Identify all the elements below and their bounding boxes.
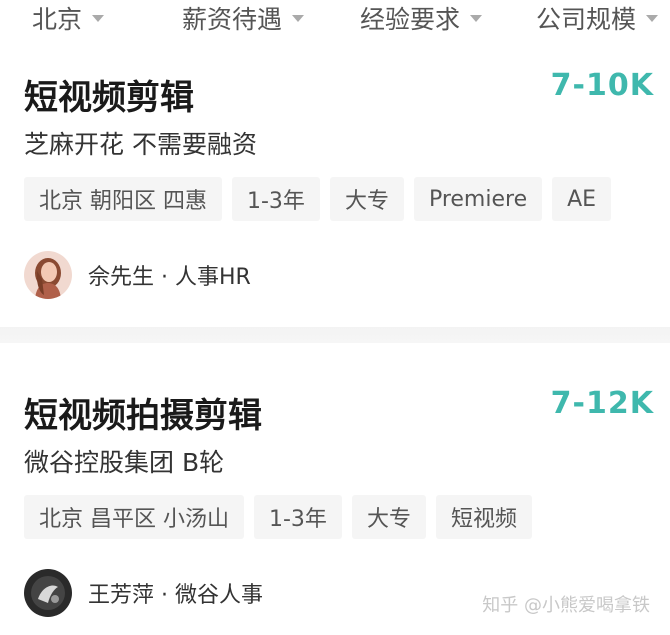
job-salary: 7-12K <box>550 386 654 421</box>
filter-experience-label: 经验要求 <box>360 5 461 34</box>
recruiter-name: 佘先生 · 人事HR <box>88 265 251 290</box>
recruiter-avatar-icon <box>24 569 72 617</box>
card-divider <box>0 327 670 343</box>
tag-skill: AE <box>552 177 612 221</box>
tag-skill: Premiere <box>413 177 543 221</box>
tag-education: 大专 <box>329 177 404 221</box>
tag-location: 北京 朝阳区 四惠 <box>24 177 222 221</box>
job-salary: 7-10K <box>550 68 654 103</box>
caret-down-icon <box>92 14 105 22</box>
tag-skill: 短视频 <box>435 495 532 539</box>
filter-city[interactable]: 北京 <box>32 2 105 34</box>
filter-experience[interactable]: 经验要求 <box>360 2 483 34</box>
filter-company-size-label: 公司规模 <box>536 5 637 34</box>
job-tags: 北京 朝阳区 四惠 1-3年 大专 Premiere AE <box>24 177 612 221</box>
filter-city-label: 北京 <box>32 5 83 34</box>
caret-down-icon <box>292 14 305 22</box>
job-title: 短视频拍摄剪辑 <box>24 396 262 436</box>
filter-salary-label: 薪资待遇 <box>182 5 283 34</box>
filter-salary[interactable]: 薪资待遇 <box>182 2 305 34</box>
recruiter: 王芳萍 · 微谷人事 <box>24 568 263 618</box>
filter-bar: 北京 薪资待遇 经验要求 公司规模 <box>0 0 670 40</box>
job-tags: 北京 昌平区 小汤山 1-3年 大专 短视频 <box>24 495 532 539</box>
avatar <box>24 251 72 299</box>
recruiter-avatar-icon <box>24 251 72 299</box>
company-info: 微谷控股集团 B轮 <box>24 448 225 477</box>
tag-location: 北京 昌平区 小汤山 <box>24 495 244 539</box>
tag-experience: 1-3年 <box>232 177 320 221</box>
job-card[interactable]: 短视频剪辑 7-10K 芝麻开花 不需要融资 北京 朝阳区 四惠 1-3年 大专… <box>0 52 670 324</box>
company-info: 芝麻开花 不需要融资 <box>24 130 257 159</box>
recruiter-name: 王芳萍 · 微谷人事 <box>88 583 263 608</box>
recruiter: 佘先生 · 人事HR <box>24 250 251 300</box>
filter-company-size[interactable]: 公司规模 <box>536 2 659 34</box>
tag-experience: 1-3年 <box>254 495 342 539</box>
tag-education: 大专 <box>351 495 426 539</box>
caret-down-icon <box>470 14 483 22</box>
job-title: 短视频剪辑 <box>24 78 194 118</box>
caret-down-icon <box>646 14 659 22</box>
watermark: 知乎 @小熊爱喝拿铁 <box>482 595 650 616</box>
avatar <box>24 569 72 617</box>
